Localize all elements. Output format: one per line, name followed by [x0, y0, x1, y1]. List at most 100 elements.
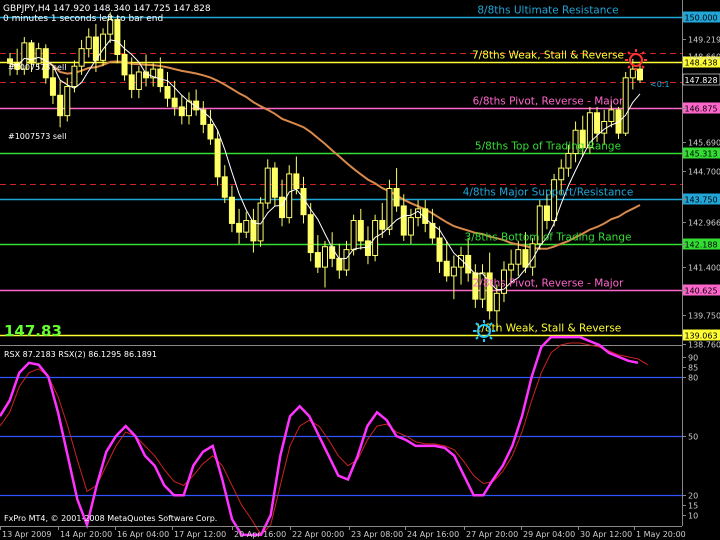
- time-axis-label: 1 May 20:00: [636, 530, 686, 539]
- bull-candle-body: [407, 217, 414, 236]
- bull-candle-body: [565, 153, 572, 169]
- murrey-label: 7/8ths Weak, Stall & Reverse: [472, 50, 624, 62]
- time-axis-label: 24 Apr 16:00: [407, 530, 459, 539]
- time-axis-label: 20 Apr 16:00: [234, 530, 286, 539]
- bull-candle-body: [71, 65, 78, 88]
- bull-candle-body: [608, 109, 615, 122]
- bear-candle-body: [393, 187, 400, 207]
- time-axis-label: 30 Apr 12:00: [580, 530, 632, 539]
- murrey-label: 8/8ths Ultimate Resistance: [477, 5, 618, 17]
- price-axis-label: 148.660: [688, 53, 720, 62]
- bull-candle-body: [601, 120, 608, 134]
- bear-candle-body: [221, 176, 228, 198]
- rsx-axis-label: 50: [688, 433, 698, 442]
- rsx-axis-label: 85: [688, 364, 698, 373]
- chart-background: [0, 0, 720, 540]
- bull-candle-body: [243, 220, 250, 233]
- price-axis-label: 144.700: [688, 168, 720, 177]
- bear-candle-body: [128, 74, 135, 90]
- bear-candle-body: [400, 205, 407, 236]
- rsx-axis-label: 10: [688, 512, 698, 521]
- rsx-header-text: RSX 87.2183 RSX(2) 86.1295 86.1891: [4, 350, 157, 359]
- bear-candle-body: [279, 196, 286, 219]
- symbol-ohlc-header: GBPJPY,H4 147.920 148.340 147.725 147.82…: [3, 4, 211, 14]
- bear-candle-body: [228, 196, 235, 224]
- bull-candle-body: [322, 246, 328, 268]
- bull-candle-body: [85, 36, 92, 50]
- rsx-axis-label: 80: [688, 374, 698, 383]
- rsx-axis-label: 15: [688, 502, 698, 511]
- bull-candle-body: [264, 167, 271, 204]
- current-price-big-text: 147.83: [4, 322, 62, 340]
- bear-candle-body: [594, 112, 601, 134]
- bull-candle-body: [78, 48, 85, 67]
- price-axis-label: 145.690: [688, 139, 720, 148]
- murrey-label: 1/8th Weak, Stall & Reverse: [475, 323, 622, 335]
- price-axis-label: 141.400: [688, 264, 720, 273]
- bear-candle-body: [28, 42, 35, 64]
- murrey-label: 4/8ths Major Support/Resistance: [463, 187, 634, 199]
- bear-candle-body: [121, 54, 128, 76]
- price-tag-text: 139.063: [684, 332, 717, 341]
- copyright-text: FxPro MT4, © 2001-2008 MetaQuotes Softwa…: [4, 514, 217, 523]
- bull-candle-body: [508, 263, 515, 271]
- bear-candle-body: [543, 205, 550, 222]
- bear-candle-body: [637, 68, 643, 81]
- rsx-axis-label: 90: [688, 354, 698, 363]
- bull-candle-body: [350, 220, 357, 251]
- bear-candle-body: [307, 214, 314, 254]
- bear-candle-body: [436, 237, 443, 262]
- price-axis-label: 139.750: [688, 312, 720, 321]
- murrey-label: 2/8ths Pivot, Reverse - Major: [473, 278, 624, 290]
- price-axis-label: 149.219: [688, 36, 720, 45]
- trade-label-1[interactable]: #1007573 sell: [8, 63, 66, 72]
- bear-candle-body: [164, 86, 171, 99]
- price-tag-text: 146.875: [684, 105, 717, 114]
- murrey-label: 3/8ths Bottom of Trading Range: [465, 232, 632, 244]
- bear-candle-body: [57, 94, 64, 117]
- bull-candle-body: [622, 77, 629, 134]
- bid-marker-text: <0:1: [650, 80, 670, 89]
- bear-candle-body: [236, 222, 243, 233]
- bear-candle-body: [336, 257, 343, 271]
- bear-candle-body: [114, 19, 121, 56]
- bear-candle-body: [171, 97, 178, 108]
- price-tag-text: 142.188: [684, 241, 717, 250]
- time-axis-label: 22 Apr 00:00: [292, 530, 344, 539]
- murrey-label: 5/8ths Top of Trading Range: [475, 141, 621, 153]
- bull-candle-body: [629, 68, 636, 79]
- bear-candle-body: [178, 106, 185, 117]
- bear-candle-body: [443, 260, 450, 277]
- bull-candle-body: [386, 187, 393, 230]
- bull-candle-body: [64, 86, 71, 117]
- bear-candle-body: [214, 138, 221, 178]
- bar-timer-text: 0 minutes 1 seconds left to bar end: [3, 14, 163, 24]
- price-axis-label: 142.966: [688, 219, 720, 228]
- bear-candle-body: [522, 249, 529, 268]
- bull-candle-body: [515, 249, 522, 265]
- price-axis-label: 138.760: [688, 341, 720, 350]
- bull-candle-body: [450, 266, 457, 277]
- bear-candle-body: [364, 240, 371, 256]
- current-price-axis-text: 147.828: [684, 76, 717, 85]
- bull-candle-body: [558, 167, 565, 181]
- bear-candle-body: [157, 68, 164, 88]
- bear-candle-body: [379, 220, 386, 230]
- time-axis-label: 23 Apr 08:00: [351, 530, 403, 539]
- bear-candle-body: [207, 123, 214, 140]
- price-tag-text: 143.750: [684, 196, 717, 205]
- rsx-axis-label: 20: [688, 492, 698, 501]
- bull-candle-body: [135, 71, 142, 90]
- bear-candle-body: [49, 77, 56, 96]
- bear-candle-body: [271, 167, 278, 198]
- price-tag-text: 140.625: [684, 287, 717, 296]
- time-axis-label: 13 Apr 2009: [2, 530, 51, 539]
- bear-candle-body: [357, 220, 364, 242]
- bull-candle-body: [493, 292, 500, 312]
- mt4-chart-window[interactable]: 8/8ths Ultimate Resistance 7/8ths Weak, S…: [0, 0, 720, 540]
- price-tag-text: 150.000: [684, 14, 717, 23]
- time-axis-label: 17 Apr 12:00: [174, 530, 226, 539]
- bear-candle-body: [293, 173, 300, 189]
- trade-label-2[interactable]: #1007573 sell: [8, 132, 66, 141]
- price-tag-text: 145.313: [684, 150, 717, 159]
